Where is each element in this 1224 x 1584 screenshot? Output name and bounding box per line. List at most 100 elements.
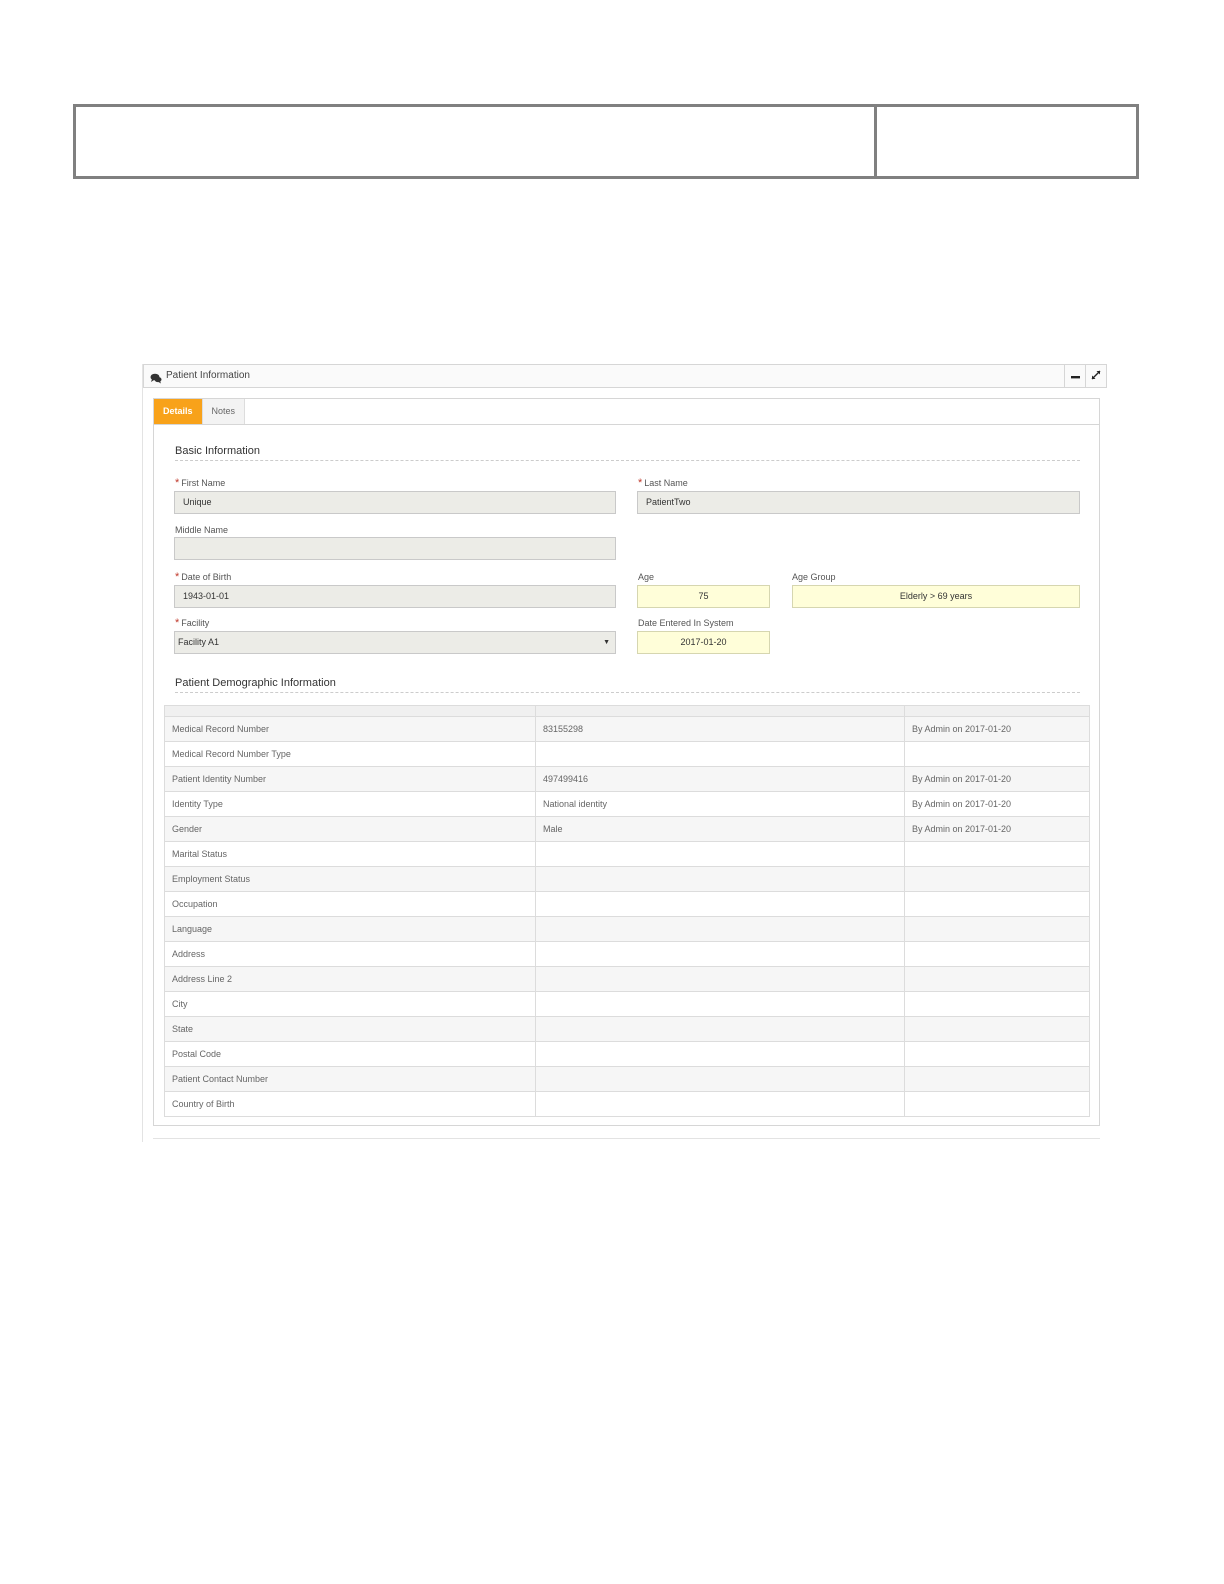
field-name-cell: Medical Record Number Type xyxy=(164,741,536,767)
first-name-label: * First Name xyxy=(175,477,226,489)
minimize-button[interactable] xyxy=(1064,365,1085,387)
field-value-cell: 83155298 xyxy=(535,716,905,742)
field-value-cell xyxy=(535,916,905,942)
audit-info-cell: By Admin on 2017-01-20 xyxy=(904,766,1090,792)
table-row: Marital Status xyxy=(164,841,1090,867)
widget-title: Patient Information xyxy=(166,370,250,381)
age-label: Age xyxy=(638,572,655,582)
field-name-cell: Employment Status xyxy=(164,866,536,892)
caret-down-icon: ▼ xyxy=(603,639,610,646)
age-group-field: Elderly > 69 years xyxy=(792,585,1080,608)
audit-info-cell xyxy=(904,916,1090,942)
facility-selected-value: Facility A1 xyxy=(178,637,220,647)
tab-details[interactable]: Details xyxy=(154,399,203,424)
table-row: City xyxy=(164,991,1090,1017)
table-header-cell xyxy=(904,705,1090,717)
audit-info-cell xyxy=(904,1091,1090,1117)
last-name-label: * Last Name xyxy=(638,477,688,489)
field-name-cell: Gender xyxy=(164,816,536,842)
audit-info-cell xyxy=(904,866,1090,892)
audit-info-cell: By Admin on 2017-01-20 xyxy=(904,791,1090,817)
field-value-cell xyxy=(535,1066,905,1092)
table-header-cell xyxy=(535,705,905,717)
section-divider xyxy=(175,692,1080,693)
field-name-cell: Identity Type xyxy=(164,791,536,817)
widget-header: Patient Information xyxy=(143,364,1107,388)
field-value-cell xyxy=(535,941,905,967)
field-value-cell xyxy=(535,891,905,917)
table-header-cell xyxy=(164,705,536,717)
audit-info-cell xyxy=(904,1066,1090,1092)
field-name-cell: Language xyxy=(164,916,536,942)
required-asterisk: * xyxy=(638,477,643,489)
audit-info-cell xyxy=(904,966,1090,992)
table-header-row xyxy=(164,705,1090,717)
table-row: Employment Status xyxy=(164,866,1090,892)
demographics-table: Medical Record Number 83155298 By Admin on… xyxy=(164,705,1090,1117)
middle-name-label: Middle Name xyxy=(175,525,229,535)
minus-icon xyxy=(1070,370,1080,382)
field-name-cell: Country of Birth xyxy=(164,1091,536,1117)
patient-information-widget: Patient Information Details Notes Basic … xyxy=(142,364,1107,1142)
tab-bar: Details Notes xyxy=(154,399,246,424)
field-name-cell: City xyxy=(164,991,536,1017)
audit-info-cell: By Admin on 2017-01-20 xyxy=(904,816,1090,842)
middle-name-field[interactable] xyxy=(174,537,616,560)
expand-icon xyxy=(1091,370,1101,383)
audit-info-cell xyxy=(904,1041,1090,1067)
table-row: Occupation xyxy=(164,891,1090,917)
last-name-field[interactable]: PatientTwo xyxy=(637,491,1080,514)
date-of-birth-label: * Date of Birth xyxy=(175,571,232,583)
field-name-cell: Medical Record Number xyxy=(164,716,536,742)
tab-notes[interactable]: Notes xyxy=(202,399,246,424)
field-value-cell xyxy=(535,991,905,1017)
table-row: State xyxy=(164,1016,1090,1042)
fullscreen-button[interactable] xyxy=(1085,365,1106,387)
facility-label: * Facility xyxy=(175,617,210,629)
field-value-cell xyxy=(535,966,905,992)
header-cell-left xyxy=(76,107,877,176)
audit-info-cell xyxy=(904,941,1090,967)
age-group-label: Age Group xyxy=(792,572,836,582)
table-row: Language xyxy=(164,916,1090,942)
required-asterisk: * xyxy=(175,477,180,489)
field-value-cell: Male xyxy=(535,816,905,842)
table-row: Country of Birth xyxy=(164,1091,1090,1117)
document-header-table xyxy=(73,104,1139,179)
header-cell-right xyxy=(877,107,1136,176)
table-row: Address xyxy=(164,941,1090,967)
facility-select[interactable]: Facility A1 ▼ xyxy=(174,631,616,654)
field-name-cell: Patient Contact Number xyxy=(164,1066,536,1092)
audit-info-cell xyxy=(904,741,1090,767)
required-asterisk: * xyxy=(175,617,180,629)
date-entered-field: 2017-01-20 xyxy=(637,631,770,654)
table-row: Identity Type National identity By Admin o… xyxy=(164,791,1090,817)
audit-info-cell xyxy=(904,991,1090,1017)
widget-body: Details Notes Basic Information * First N… xyxy=(153,398,1100,1126)
table-row: Postal Code xyxy=(164,1041,1090,1067)
widget-footer-divider xyxy=(153,1138,1100,1139)
field-name-cell: Marital Status xyxy=(164,841,536,867)
field-value-cell xyxy=(535,841,905,867)
field-value-cell xyxy=(535,1091,905,1117)
required-asterisk: * xyxy=(175,571,180,583)
table-row: Patient Identity Number 497499416 By Admin… xyxy=(164,766,1090,792)
table-row: Gender Male By Admin on 2017-01-20 xyxy=(164,816,1090,842)
audit-info-cell xyxy=(904,1016,1090,1042)
table-row: Medical Record Number Type xyxy=(164,741,1090,767)
field-value-cell xyxy=(535,741,905,767)
audit-info-cell xyxy=(904,841,1090,867)
first-name-field[interactable]: Unique xyxy=(174,491,616,514)
date-of-birth-field[interactable]: 1943-01-01 xyxy=(174,585,616,608)
table-row: Address Line 2 xyxy=(164,966,1090,992)
field-value-cell xyxy=(535,866,905,892)
table-row: Medical Record Number 83155298 By Admin on… xyxy=(164,716,1090,742)
basic-information-heading: Basic Information xyxy=(175,445,260,457)
comments-icon xyxy=(150,371,162,384)
age-field: 75 xyxy=(637,585,770,608)
field-value-cell: National identity xyxy=(535,791,905,817)
table-row: Patient Contact Number xyxy=(164,1066,1090,1092)
field-name-cell: State xyxy=(164,1016,536,1042)
field-name-cell: Patient Identity Number xyxy=(164,766,536,792)
section-divider xyxy=(175,460,1080,461)
